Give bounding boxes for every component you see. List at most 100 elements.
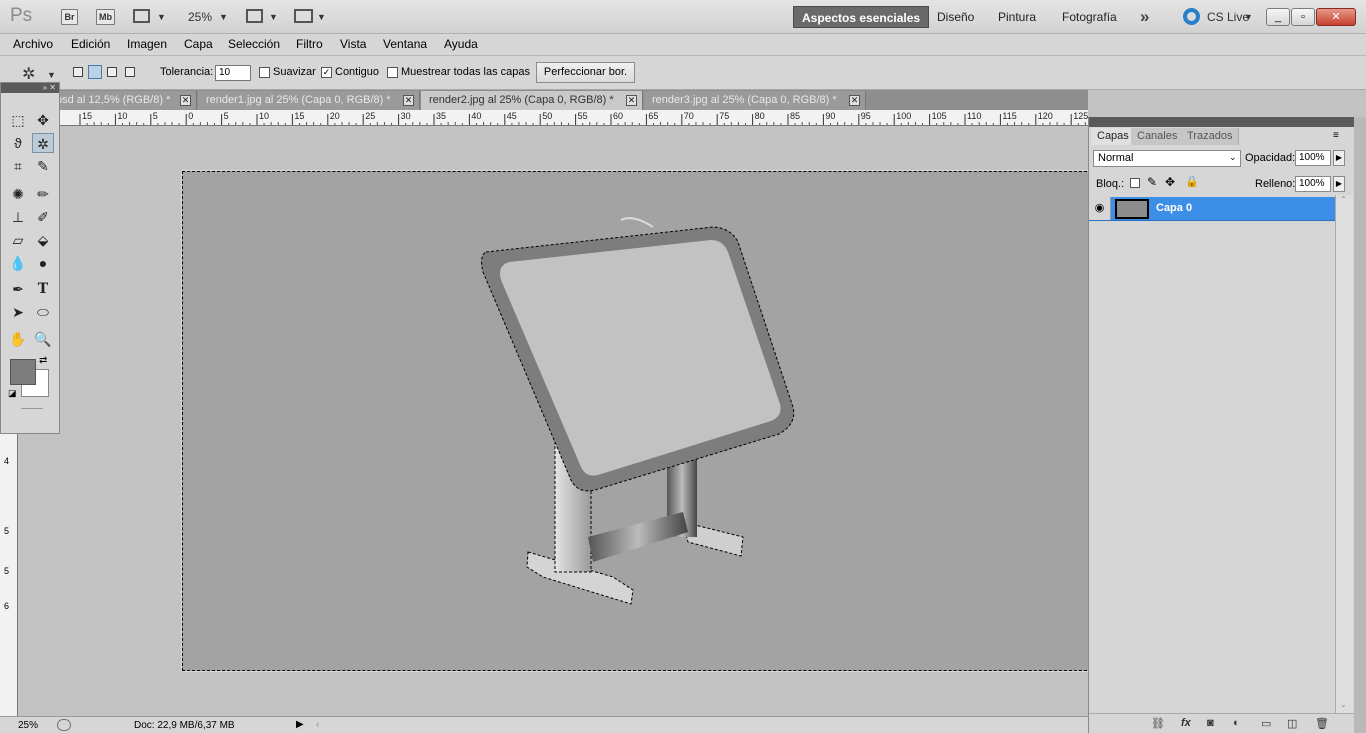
restore-button[interactable]: ▫ (1291, 8, 1315, 26)
minimize-button[interactable]: _ (1266, 8, 1290, 26)
scroll-down-icon[interactable]: ⌄ (1340, 700, 1347, 709)
lasso-tool-icon[interactable]: ϑ (7, 133, 29, 153)
layer-name[interactable]: Capa 0 (1156, 202, 1192, 214)
lock-all-icon[interactable]: 🔒 (1185, 175, 1199, 188)
document-canvas[interactable] (182, 171, 1088, 671)
close-icon[interactable]: ✕ (849, 95, 860, 106)
quick-selection-tool-icon[interactable]: ✲ (32, 133, 54, 153)
arrange-documents-icon[interactable] (246, 9, 263, 23)
tab-render2[interactable]: render2.jpg al 25% (Capa 0, RGB/8) * ✕ (421, 91, 643, 110)
dodge-tool-icon[interactable]: ● (32, 253, 54, 273)
minibridge-button[interactable]: Mb (96, 9, 115, 25)
layers-scrollbar[interactable]: ⌃ ⌄ (1335, 195, 1353, 715)
panel-menu-icon[interactable]: ≡ (1333, 130, 1339, 141)
path-selection-tool-icon[interactable]: ➤ (7, 302, 29, 322)
add-mask-icon[interactable]: ◙ (1207, 717, 1214, 729)
paint-bucket-tool-icon[interactable]: ⬙ (32, 230, 54, 250)
panel-header[interactable] (1089, 117, 1355, 127)
pen-tool-icon[interactable]: ✒ (7, 279, 29, 299)
refine-edge-button[interactable]: Perfeccionar bor. (536, 62, 635, 83)
spot-healing-tool-icon[interactable]: ✺ (7, 184, 29, 204)
tab-canales[interactable]: Canales (1131, 128, 1185, 145)
blur-tool-icon[interactable]: 💧 (7, 253, 29, 273)
brush-tool-icon[interactable]: ✏ (32, 184, 54, 204)
menu-capa[interactable]: Capa (184, 37, 213, 51)
foreground-color-swatch[interactable] (10, 359, 36, 385)
close-icon[interactable]: ✕ (403, 95, 414, 106)
quick-selection-icon[interactable]: ✲ (22, 64, 35, 84)
menu-edicion[interactable]: Edición (71, 37, 110, 51)
quick-mask-icon[interactable] (21, 408, 43, 409)
view-extras-icon[interactable] (133, 9, 150, 23)
marquee-tool-icon[interactable]: ⬚ (7, 110, 29, 130)
contiguous-checkbox[interactable]: ✓ (321, 67, 332, 78)
zoom-tool-icon[interactable]: 🔍 (32, 329, 54, 349)
canvas-area[interactable] (19, 127, 1088, 716)
type-tool-icon[interactable]: T (32, 279, 54, 299)
tools-panel-header[interactable]: » ✕ (1, 83, 59, 93)
fill-input[interactable]: 100% (1295, 176, 1331, 192)
adjustment-layer-icon[interactable]: ◐ (1233, 717, 1240, 729)
close-icon[interactable]: ✕ (180, 95, 191, 106)
intersect-selection-icon[interactable] (125, 67, 135, 77)
eraser-tool-icon[interactable]: ▱ (7, 230, 29, 250)
shape-tool-icon[interactable]: ⬭ (32, 302, 54, 322)
zoom-level[interactable]: 25% (188, 10, 212, 24)
sample-all-checkbox[interactable] (387, 67, 398, 78)
tab-document-1[interactable]: psd al 12,5% (RGB/8) * ✕ (52, 91, 197, 110)
screen-mode-icon[interactable] (294, 9, 313, 23)
delete-layer-icon[interactable]: 🗑 (1315, 717, 1329, 730)
menu-filtro[interactable]: Filtro (296, 37, 323, 51)
horizontal-ruler[interactable]: 15 10 5 0 5 10 15 20 25 30 35 40 45 50 55 60 65 70 75 80 85 9… (0, 110, 1088, 126)
scroll-left-icon[interactable]: ‹ (316, 719, 319, 730)
menu-archivo[interactable]: Archivo (13, 37, 53, 51)
more-workspaces-icon[interactable]: » (1140, 7, 1149, 27)
eyedropper-tool-icon[interactable]: ✎ (32, 156, 54, 176)
tab-trazados[interactable]: Trazados (1181, 128, 1240, 145)
swap-colors-icon[interactable]: ⇄ (39, 355, 47, 366)
fill-arrow-icon[interactable]: ▶ (1333, 176, 1345, 192)
chevron-down-icon[interactable]: ▼ (157, 12, 166, 22)
lock-position-icon[interactable]: ✥ (1165, 175, 1175, 189)
blend-mode-select[interactable]: Normal (1093, 150, 1241, 167)
workspace-essentials[interactable]: Aspectos esenciales (793, 6, 930, 28)
history-brush-tool-icon[interactable]: ✐ (32, 207, 54, 227)
visibility-eye-icon[interactable]: ◉ (1089, 197, 1111, 220)
tab-render1[interactable]: render1.jpg al 25% (Capa 0, RGB/8) * ✕ (198, 91, 420, 110)
tool-preset-chevron-icon[interactable]: ▼ (47, 70, 56, 80)
chevron-down-icon[interactable]: ▼ (219, 12, 228, 22)
status-zoom[interactable]: 25% (18, 720, 38, 731)
cslive-icon[interactable] (1183, 8, 1200, 25)
layer-style-icon[interactable]: fx (1181, 717, 1191, 729)
status-menu-arrow-icon[interactable]: ▶ (296, 719, 304, 730)
new-selection-icon[interactable] (73, 67, 83, 77)
chevron-down-icon[interactable]: ⌄ (1229, 152, 1237, 163)
subtract-selection-icon[interactable] (107, 67, 117, 77)
antialias-checkbox[interactable] (259, 67, 270, 78)
menu-ayuda[interactable]: Ayuda (444, 37, 478, 51)
move-tool-icon[interactable]: ✥ (32, 110, 54, 130)
cslive-label[interactable]: CS Live (1207, 10, 1249, 24)
workspace-photography[interactable]: Fotografía (1054, 6, 1125, 28)
status-info-icon[interactable] (57, 719, 71, 731)
chevron-down-icon[interactable]: ▼ (1244, 12, 1253, 22)
tab-render3[interactable]: render3.jpg al 25% (Capa 0, RGB/8) * ✕ (644, 91, 866, 110)
bridge-button[interactable]: Br (61, 9, 78, 25)
opacity-input[interactable]: 100% (1295, 150, 1331, 166)
lock-pixels-icon[interactable]: ✎ (1147, 175, 1157, 189)
menu-seleccion[interactable]: Selección (228, 37, 280, 51)
new-layer-icon[interactable]: ◫ (1287, 717, 1297, 730)
menu-vista[interactable]: Vista (340, 37, 366, 51)
scroll-up-icon[interactable]: ⌃ (1340, 195, 1347, 204)
close-icon[interactable]: ✕ (626, 95, 637, 106)
tab-capas[interactable]: Capas (1091, 128, 1136, 145)
menu-imagen[interactable]: Imagen (127, 37, 167, 51)
crop-tool-icon[interactable]: ⌗ (7, 156, 29, 176)
opacity-arrow-icon[interactable]: ▶ (1333, 150, 1345, 166)
new-group-icon[interactable]: ▭ (1261, 717, 1271, 730)
layer-row[interactable]: ◉ Capa 0 (1089, 197, 1335, 221)
workspace-design[interactable]: Diseño (929, 6, 982, 28)
chevron-down-icon[interactable]: ▼ (269, 12, 278, 22)
link-layers-icon[interactable]: ⛓ (1151, 717, 1165, 730)
lock-transparent-icon[interactable] (1130, 178, 1140, 188)
